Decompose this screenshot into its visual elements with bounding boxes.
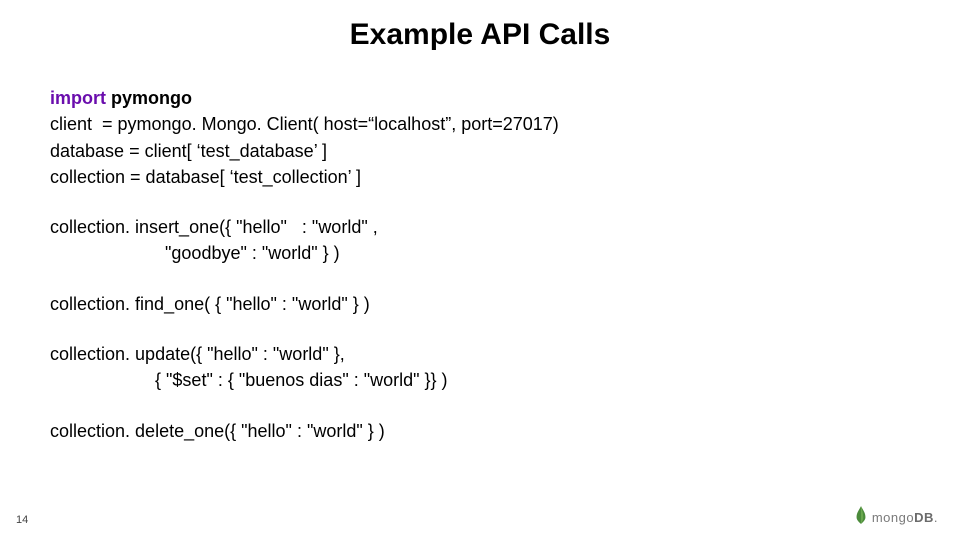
- code-line: collection. find_one( { "hello" : "world…: [50, 292, 910, 316]
- spacer: [50, 191, 910, 215]
- code-line: import pymongo: [50, 86, 910, 110]
- logo-text-bold: DB: [914, 510, 934, 525]
- code-line: collection. delete_one({ "hello" : "worl…: [50, 419, 910, 443]
- code-line: collection. update({ "hello" : "world" }…: [50, 342, 910, 366]
- spacer: [50, 318, 910, 342]
- code-block: import pymongo client = pymongo. Mongo. …: [50, 86, 910, 445]
- code-line: collection = database[ ‘test_collection’…: [50, 165, 910, 189]
- spacer: [50, 268, 910, 292]
- slide-title: Example API Calls: [0, 18, 960, 52]
- code-line: collection. insert_one({ "hello" : "worl…: [50, 215, 910, 239]
- logo-text: mongoDB.: [872, 510, 938, 525]
- keyword-import: import: [50, 88, 106, 108]
- keyword-module: pymongo: [106, 88, 192, 108]
- leaf-icon: [854, 505, 868, 530]
- code-line: { "$set" : { "buenos dias" : "world" }} …: [50, 368, 910, 392]
- code-line: client = pymongo. Mongo. Client( host=“l…: [50, 112, 910, 136]
- page-number: 14: [16, 514, 28, 526]
- slide: Example API Calls import pymongo client …: [0, 0, 960, 540]
- code-line: database = client[ ‘test_database’ ]: [50, 139, 910, 163]
- logo-text-light: mongo: [872, 510, 914, 525]
- code-line: "goodbye" : "world" } ): [50, 241, 910, 265]
- spacer: [50, 395, 910, 419]
- mongodb-logo: mongoDB.: [854, 505, 938, 530]
